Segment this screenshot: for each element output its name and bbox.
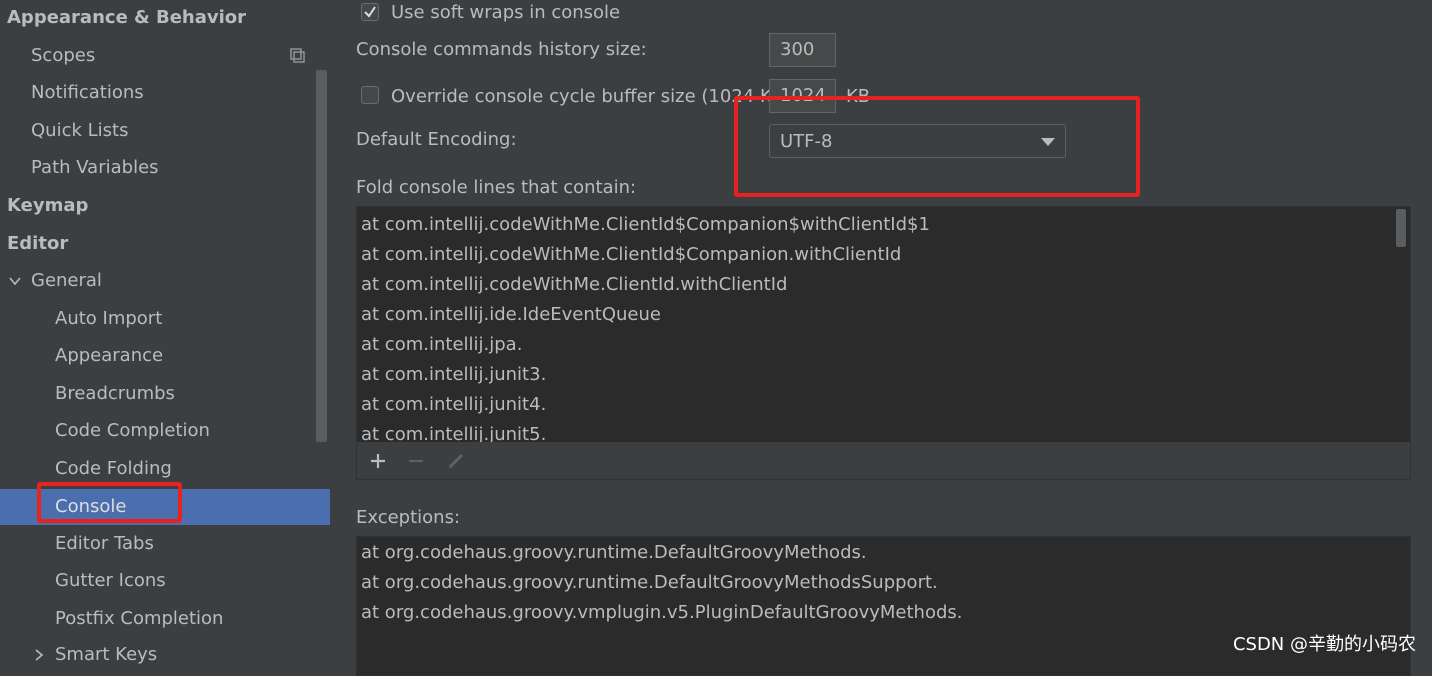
sidebar-item-label: Appearance: [55, 345, 164, 366]
sidebar-item-appearance[interactable]: Appearance: [0, 338, 385, 374]
highlight-encoding-box: [734, 96, 1140, 197]
sidebar-item-auto-import[interactable]: Auto Import: [0, 301, 385, 337]
sidebar-item-label: General: [31, 270, 102, 291]
sidebar-item-label: Appearance & Behavior: [7, 7, 247, 28]
list-item[interactable]: at org.codehaus.groovy.runtime.DefaultGr…: [361, 568, 938, 598]
sidebar-item-path-variables[interactable]: Path Variables: [0, 150, 361, 186]
list-item[interactable]: at org.codehaus.groovy.runtime.DefaultGr…: [361, 538, 867, 568]
sidebar-item-editor[interactable]: Editor: [0, 226, 337, 262]
soft-wraps-checkbox[interactable]: [361, 3, 379, 21]
sidebar-item-label: Smart Keys: [55, 644, 158, 665]
override-buffer-label: Override console cycle buffer size (1024…: [391, 86, 792, 107]
sidebar-item-label: Breadcrumbs: [55, 383, 175, 404]
sidebar-scrollbar[interactable]: [316, 70, 327, 442]
fold-lines-list[interactable]: at com.intellij.codeWithMe.ClientId$Comp…: [356, 206, 1411, 443]
edit-icon[interactable]: [447, 452, 465, 470]
list-item[interactable]: at com.intellij.codeWithMe.ClientId$Comp…: [361, 240, 901, 270]
remove-icon[interactable]: [407, 452, 425, 470]
sidebar-item-label: Editor: [7, 233, 69, 254]
sidebar-item-scopes[interactable]: Scopes: [0, 38, 361, 74]
sidebar-item-keymap[interactable]: Keymap: [0, 188, 337, 224]
soft-wraps-label: Use soft wraps in console: [391, 2, 621, 23]
fold-lines-toolbar: [356, 442, 1411, 480]
list-item[interactable]: at org.codehaus.groovy.vmplugin.v5.Plugi…: [361, 598, 963, 628]
checkmark-icon: [364, 6, 376, 18]
fold-lines-scrollbar[interactable]: [1396, 209, 1406, 247]
list-item[interactable]: at com.intellij.jpa.: [361, 330, 522, 360]
sidebar-item-label: Code Folding: [55, 458, 172, 479]
list-item[interactable]: at com.intellij.junit4.: [361, 390, 546, 420]
sidebar-item-label: Postfix Completion: [55, 608, 224, 629]
sidebar-item-appearance-behavior[interactable]: Appearance & Behavior: [0, 0, 337, 36]
highlight-console-box: [37, 482, 182, 523]
sidebar-item-breadcrumbs[interactable]: Breadcrumbs: [0, 376, 385, 412]
sidebar-item-editor-tabs[interactable]: Editor Tabs: [0, 526, 385, 562]
sidebar-item-code-completion[interactable]: Code Completion: [0, 413, 385, 449]
list-item[interactable]: at com.intellij.ide.IdeEventQueue: [361, 300, 661, 330]
encoding-label: Default Encoding:: [356, 129, 517, 150]
sidebar-item-notifications[interactable]: Notifications: [0, 75, 361, 111]
sidebar-item-label: Quick Lists: [31, 120, 129, 141]
sidebar-item-gutter-icons[interactable]: Gutter Icons: [0, 563, 385, 599]
sidebar-item-general[interactable]: General: [0, 263, 361, 299]
sidebar-item-smart-keys[interactable]: Smart Keys: [0, 637, 385, 673]
sidebar-item-postfix-completion[interactable]: Postfix Completion: [0, 601, 385, 637]
override-buffer-checkbox[interactable]: [361, 86, 379, 104]
chevron-right-icon[interactable]: [32, 648, 46, 662]
history-size-field[interactable]: 300: [769, 33, 836, 67]
chevron-down-icon[interactable]: [8, 274, 22, 288]
sidebar-item-label: Path Variables: [31, 157, 159, 178]
sidebar-item-label: Editor Tabs: [55, 533, 154, 554]
history-size-label: Console commands history size:: [356, 39, 647, 60]
sidebar-item-label: Gutter Icons: [55, 570, 166, 591]
list-item[interactable]: at com.intellij.junit3.: [361, 360, 546, 390]
sidebar-item-label: Auto Import: [55, 308, 163, 329]
copy-icon: [290, 48, 306, 64]
sidebar-item-label: Code Completion: [55, 420, 210, 441]
exceptions-label: Exceptions:: [356, 507, 461, 528]
add-icon[interactable]: [369, 452, 387, 470]
list-item[interactable]: at com.intellij.junit5.: [361, 420, 546, 442]
sidebar-item-label: Notifications: [31, 82, 144, 103]
sidebar-item-label: Scopes: [31, 45, 96, 66]
list-item[interactable]: at com.intellij.codeWithMe.ClientId$Comp…: [361, 210, 930, 240]
sidebar-item-quick-lists[interactable]: Quick Lists: [0, 113, 361, 149]
settings-sidebar: Appearance & Behavior Scopes Notificatio…: [0, 0, 385, 665]
sidebar-item-label: Keymap: [7, 195, 89, 216]
watermark: CSDN @辛勤的小码农: [1232, 634, 1416, 655]
console-settings-panel: Use soft wraps in console Console comman…: [330, 0, 1432, 676]
list-item[interactable]: at com.intellij.codeWithMe.ClientId.with…: [361, 270, 787, 300]
fold-lines-label: Fold console lines that contain:: [356, 177, 637, 198]
